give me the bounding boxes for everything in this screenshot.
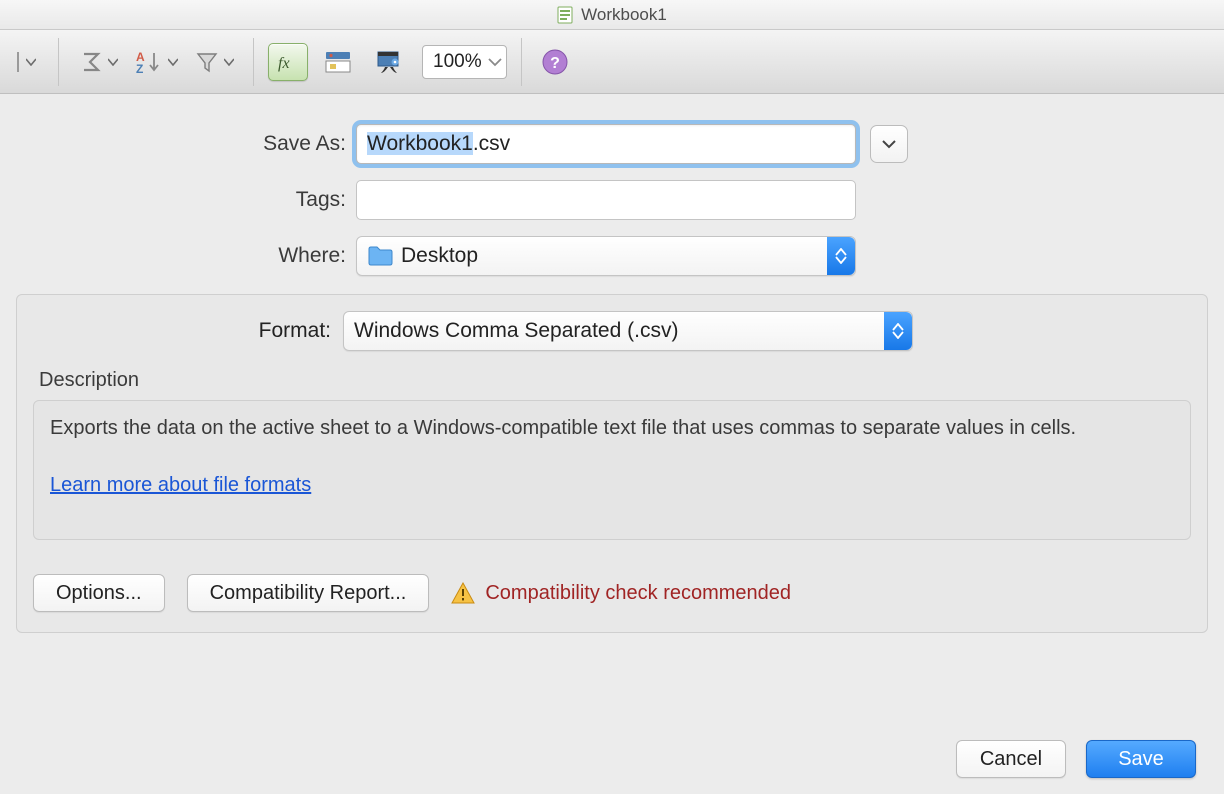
chevron-down-icon [168,58,178,66]
tags-input[interactable] [356,180,856,220]
cancel-button[interactable]: Cancel [956,740,1066,778]
description-box: Exports the data on the active sheet to … [33,400,1191,540]
chevron-down-icon [108,58,118,66]
save-button[interactable]: Save [1086,740,1196,778]
chevron-down-icon [224,58,234,66]
toolbar: AZ fx 100% [0,30,1224,94]
toolbar-menu-1[interactable] [6,43,44,81]
learn-more-link[interactable]: Learn more about file formats [50,474,311,497]
expand-save-panel-button[interactable] [870,125,908,163]
where-label: Where: [16,244,356,268]
window-title: Workbook1 [581,5,667,25]
chevron-down-icon [26,58,36,66]
description-text: Exports the data on the active sheet to … [50,415,1174,442]
toolbox-button[interactable] [318,43,358,81]
svg-text:?: ? [550,55,560,72]
svg-text:Z: Z [136,62,143,75]
compatibility-message: Compatibility check recommended [485,582,791,605]
tags-label: Tags: [16,188,356,212]
saveas-input[interactable]: Workbook1.csv [356,124,856,164]
compatibility-report-button[interactable]: Compatibility Report... [187,574,430,612]
sort-button[interactable]: AZ [129,43,183,81]
saveas-label: Save As: [16,132,356,156]
help-button[interactable]: ? [536,43,574,81]
chevron-down-icon [488,57,502,67]
folder-icon [367,245,393,267]
saveas-filename-ext: .csv [473,132,510,155]
zoom-value: 100% [433,51,482,73]
popup-arrows-icon [884,312,912,350]
description-title: Description [39,369,1191,392]
warning-icon [451,582,475,604]
svg-text:fx: fx [278,55,290,72]
where-popup[interactable]: Desktop [356,236,856,276]
format-label: Format: [33,319,343,343]
document-icon [557,6,573,24]
popup-arrows-icon [827,237,855,275]
saveas-filename-base: Workbook1 [367,132,473,155]
where-value: Desktop [401,244,478,268]
filter-button[interactable] [189,43,239,81]
options-button[interactable]: Options... [33,574,165,612]
zoom-selector[interactable]: 100% [422,45,507,79]
formula-builder-button[interactable]: fx [268,43,308,81]
media-browser-button[interactable] [368,43,408,81]
window-titlebar: Workbook1 [0,0,1224,30]
autosum-button[interactable] [73,43,123,81]
format-popup[interactable]: Windows Comma Separated (.csv) [343,311,913,351]
format-value: Windows Comma Separated (.csv) [354,319,678,343]
